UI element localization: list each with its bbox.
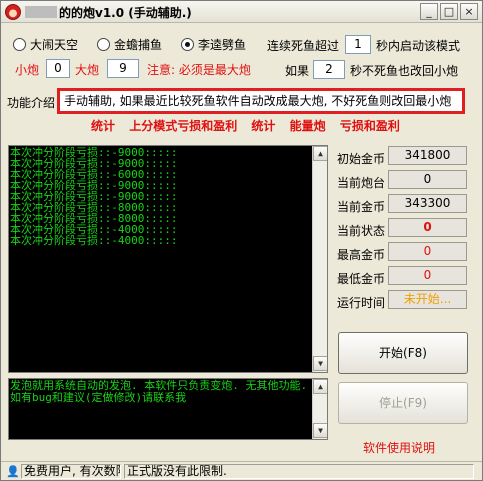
scroll-up-icon[interactable]: ▲	[313, 379, 327, 394]
status-bar: 👤 免费用户, 有次数限 正式版没有此限制.	[1, 461, 482, 480]
log-lines: 本次冲分阶段亏损::-9000::::: 本次冲分阶段亏损::-9000::::…	[9, 146, 327, 247]
radio-selected-icon[interactable]	[181, 38, 194, 51]
stats-links-row: 统计 上分模式亏损和盈利 统计 能量炮 亏损和盈利	[91, 117, 410, 134]
log-scrollbar[interactable]: ▲ ▼	[312, 146, 327, 372]
info-lines: 发泡就用系统自动的发泡. 本软件只负责变炮. 无其他功能. 如有bug和建议(定…	[9, 379, 327, 405]
link-score-mode[interactable]: 上分模式亏损和盈利	[129, 119, 237, 133]
radio-circle-icon[interactable]	[13, 38, 26, 51]
small-cannon-label: 小炮	[15, 63, 40, 77]
current-gold-label: 当前金币	[337, 200, 386, 214]
initial-gold-value: 341800	[388, 146, 467, 165]
window-title: 的的炮v1.0 (手动辅助.)	[59, 6, 192, 20]
start-button[interactable]: 开始(F8)	[338, 332, 468, 374]
no-death-suffix: 秒不死鱼也改回小炮	[350, 64, 459, 78]
user-avatar-icon: 👤	[6, 465, 20, 478]
title-redacted-block	[25, 6, 57, 18]
current-gold-value: 343300	[388, 194, 467, 213]
mode-radio-jcby[interactable]: 金蟾捕鱼	[97, 36, 162, 53]
scroll-up-icon[interactable]: ▲	[313, 146, 327, 161]
notice-text: 注意: 必须是最大炮	[147, 63, 251, 77]
info-console[interactable]: 发泡就用系统自动的发泡. 本软件只负责变炮. 无其他功能. 如有bug和建议(定…	[8, 378, 328, 440]
info-scrollbar[interactable]: ▲ ▼	[312, 379, 327, 439]
small-cannon-input[interactable]: 0	[46, 59, 70, 78]
big-cannon-input[interactable]: 9	[107, 59, 139, 78]
consecutive-death-suffix: 秒内启动该模式	[376, 39, 461, 53]
mode-radio-dntk[interactable]: 大闹天空	[13, 36, 78, 53]
intro-text-box: 手动辅助, 如果最近比较死鱼软件自动改成最大炮, 不好死鱼则改回最小炮	[57, 88, 465, 114]
log-console[interactable]: 本次冲分阶段亏损::-9000::::: 本次冲分阶段亏损::-9000::::…	[8, 145, 328, 373]
link-profit-loss[interactable]: 亏损和盈利	[340, 119, 400, 133]
log-line: 本次冲分阶段亏损::-4000:::::	[10, 234, 178, 247]
runtime-label: 运行时间	[337, 296, 386, 310]
max-gold-label: 最高金币	[337, 248, 386, 262]
consecutive-death-input[interactable]: 1	[345, 35, 371, 54]
info-line: 如有bug和建议(定做修改)请联系我	[10, 391, 187, 404]
runtime-value: 未开始...	[388, 290, 467, 309]
current-state-value: 0	[388, 218, 467, 237]
main-window: 的的炮v1.0 (手动辅助.) _ □ × 大闹天空 金蟾捕鱼 李逵劈鱼 连续死…	[0, 0, 483, 481]
link-stats-2[interactable]: 统计	[251, 119, 275, 133]
max-gold-value: 0	[388, 242, 467, 261]
min-gold-label: 最低金币	[337, 272, 386, 286]
app-logo-icon	[5, 4, 21, 20]
if-label: 如果	[285, 64, 310, 78]
mode-label: 李逵劈鱼	[198, 38, 247, 52]
current-turret-label: 当前炮台	[337, 176, 386, 190]
title-bar[interactable]: 的的炮v1.0 (手动辅助.) _ □ ×	[1, 1, 482, 23]
no-death-input[interactable]: 2	[313, 60, 345, 79]
scroll-down-icon[interactable]: ▼	[313, 356, 327, 371]
minimize-button[interactable]: _	[420, 3, 438, 20]
status-user-text: 免费用户, 有次数限	[21, 464, 121, 479]
stop-button[interactable]: 停止(F9)	[338, 382, 468, 424]
intro-text: 手动辅助, 如果最近比较死鱼软件自动改成最大炮, 不好死鱼则改回最小炮	[64, 94, 452, 108]
scroll-down-icon[interactable]: ▼	[313, 423, 327, 438]
close-button[interactable]: ×	[460, 3, 478, 20]
maximize-button[interactable]: □	[440, 3, 458, 20]
mode-radio-lkpy[interactable]: 李逵劈鱼	[181, 36, 246, 53]
radio-circle-icon[interactable]	[97, 38, 110, 51]
status-message-text: 正式版没有此限制.	[124, 464, 474, 479]
min-gold-value: 0	[388, 266, 467, 285]
consecutive-death-prefix: 连续死鱼超过	[267, 39, 340, 53]
initial-gold-label: 初始金币	[337, 152, 386, 166]
current-turret-value: 0	[388, 170, 467, 189]
current-state-label: 当前状态	[337, 224, 386, 238]
mode-label: 大闹天空	[30, 38, 79, 52]
big-cannon-label: 大炮	[75, 63, 100, 77]
link-stats-1[interactable]: 统计	[91, 119, 115, 133]
intro-label: 功能介绍	[7, 96, 56, 110]
mode-label: 金蟾捕鱼	[114, 38, 163, 52]
link-energy-cannon[interactable]: 能量炮	[290, 119, 326, 133]
help-link[interactable]: 软件使用说明	[363, 439, 435, 456]
